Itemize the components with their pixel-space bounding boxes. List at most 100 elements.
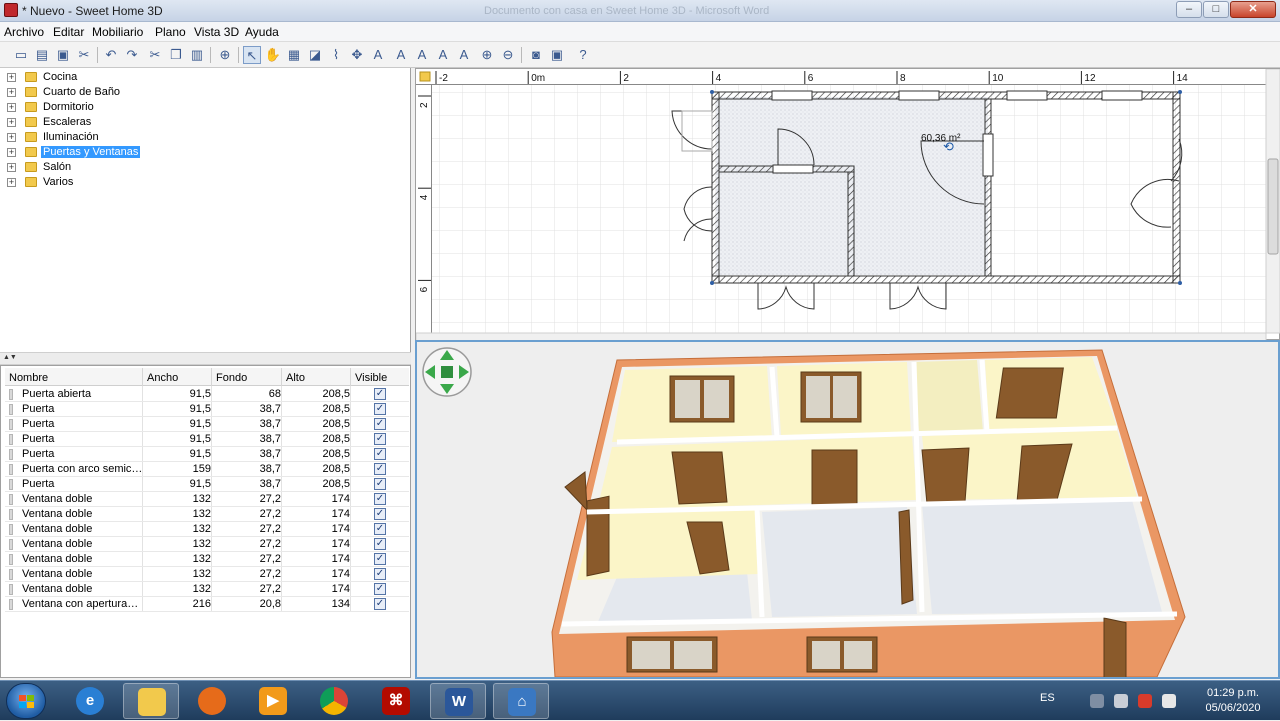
table-row[interactable]: Ventana doble 132 27,2 174 ✓ [5,522,409,537]
rotation-handle-icon[interactable]: ⟲ [943,139,954,154]
add-furniture-icon[interactable]: ⊕ [216,46,234,64]
expand-icon[interactable]: + [7,178,16,187]
splitter[interactable]: ▲▼ [0,352,411,365]
plan-view[interactable]: -2 0m 2 4 6 8 10 12 14 246 60,36 m² ⟲ [415,68,1280,341]
catalog-item-label[interactable]: Salón [41,161,73,173]
catalog-item[interactable]: + Salón [0,160,400,175]
menu-plano[interactable]: Plano [155,25,186,39]
house-3d-model[interactable] [551,349,1186,677]
visible-checkbox[interactable]: ✓ [374,463,386,475]
catalog-item[interactable]: + Puertas y Ventanas [0,145,400,160]
splitter-arrows-icon[interactable]: ▲▼ [3,354,17,361]
catalog-item[interactable]: + Iluminación [0,130,400,145]
visible-checkbox[interactable]: ✓ [374,418,386,430]
discord-icon[interactable] [1090,694,1104,708]
visible-checkbox[interactable]: ✓ [374,433,386,445]
catalog-item-label[interactable]: Escaleras [41,116,93,128]
3d-canvas[interactable] [417,342,1278,677]
column-divider[interactable] [350,368,351,386]
bold-text-icon[interactable]: A [455,46,473,64]
video-icon[interactable]: ▣ [548,46,566,64]
plan-canvas[interactable]: -2 0m 2 4 6 8 10 12 14 246 60,36 m² ⟲ [416,69,1280,341]
antivirus-icon[interactable] [1138,694,1152,708]
table-row[interactable]: Puerta abierta 91,5 68 208,5 ✓ [5,387,409,402]
clock[interactable]: 01:29 p.m. 05/06/2020 [1200,686,1266,716]
decrease-text-icon[interactable]: A [434,46,452,64]
visible-checkbox[interactable]: ✓ [374,568,386,580]
close-button[interactable]: ✕ [1230,1,1276,18]
wall-left[interactable] [711,91,720,284]
catalog-item-label[interactable]: Cuarto de Baño [41,86,122,98]
increase-text-icon[interactable]: A [413,46,431,64]
window[interactable] [771,90,813,101]
catalog-item-label[interactable]: Iluminación [41,131,101,143]
create-polylines-icon[interactable]: ⌇ [327,46,345,64]
visible-checkbox[interactable]: ✓ [374,583,386,595]
sweet-home-app-icon[interactable] [4,3,18,17]
expand-icon[interactable]: + [7,133,16,142]
cut-icon[interactable]: ✂ [75,46,93,64]
marker[interactable] [710,281,714,285]
select-arrow-icon[interactable]: ↖ [243,46,261,64]
catalog-item[interactable]: + Escaleras [0,115,400,130]
table-row[interactable]: Ventana doble 132 27,2 174 ✓ [5,507,409,522]
visible-checkbox[interactable]: ✓ [374,448,386,460]
expand-icon[interactable]: + [7,88,16,97]
internet-explorer-icon[interactable]: e [62,683,118,719]
media-player-icon[interactable]: ▶ [245,683,301,719]
catalog-item-label[interactable]: Puertas y Ventanas [41,146,141,158]
table-row[interactable]: Puerta 91,5 38,7 208,5 ✓ [5,432,409,447]
table-row[interactable]: Ventana doble 132 27,2 174 ✓ [5,567,409,582]
catalog-item[interactable]: + Dormitorio [0,100,400,115]
maximize-button[interactable]: □ [1203,1,1229,18]
visible-checkbox[interactable]: ✓ [374,523,386,535]
open-icon[interactable]: ▤ [33,46,51,64]
menu-mobiliario[interactable]: Mobiliario [92,25,143,39]
table-row[interactable]: Puerta 91,5 38,7 208,5 ✓ [5,402,409,417]
menu-archivo[interactable]: Archivo [4,25,44,39]
scrollbar-thumb[interactable] [1267,158,1279,255]
table-row[interactable]: Ventana doble 132 27,2 174 ✓ [5,492,409,507]
sweet-home-3d-icon[interactable]: ⌂ [493,683,549,719]
help-icon[interactable]: ? [574,46,592,64]
pan-hand-icon[interactable]: ✋ [264,46,282,64]
menu-editar[interactable]: Editar [53,25,84,39]
marker[interactable] [1178,281,1182,285]
expand-icon[interactable]: + [7,148,16,157]
save-icon[interactable]: ▣ [54,46,72,64]
visible-checkbox[interactable]: ✓ [374,508,386,520]
file-explorer-icon[interactable] [123,683,179,719]
catalog-item[interactable]: + Cocina [0,70,400,85]
door-frame[interactable] [772,164,814,174]
column-nombre[interactable]: Nombre [9,372,48,384]
visible-checkbox[interactable]: ✓ [374,493,386,505]
column-divider[interactable] [281,368,282,386]
column-alto[interactable]: Alto [286,372,305,384]
column-visible[interactable]: Visible [355,372,387,384]
marker[interactable] [1178,90,1182,94]
copy-icon[interactable]: ❐ [167,46,185,64]
wall-middle[interactable] [984,98,992,277]
column-fondo[interactable]: Fondo [216,372,247,384]
visible-checkbox[interactable]: ✓ [374,598,386,610]
menu-vista-3d[interactable]: Vista 3D [194,25,239,39]
create-walls-icon[interactable]: ▦ [285,46,303,64]
3d-view[interactable] [415,340,1280,679]
window[interactable] [898,90,940,101]
table-row[interactable]: Ventana con apertura… 216 20,8 134 ✓ [5,597,409,612]
visible-checkbox[interactable]: ✓ [374,478,386,490]
expand-icon[interactable]: + [7,163,16,172]
acrobat-icon[interactable]: ⌘ [368,683,424,719]
add-text-icon[interactable]: A [369,46,387,64]
wall-inner-vertical[interactable] [847,171,855,277]
volume-icon[interactable] [1162,694,1176,708]
table-row[interactable]: Puerta 91,5 38,7 208,5 ✓ [5,417,409,432]
navigation-arrows-icon[interactable] [422,347,472,397]
catalog-item-label[interactable]: Cocina [41,71,79,83]
chrome-icon[interactable] [306,683,362,719]
redo-icon[interactable]: ↷ [123,46,141,64]
zoom-out-icon[interactable]: ⊖ [499,46,517,64]
paste-icon[interactable]: ▥ [188,46,206,64]
window[interactable] [1006,90,1048,101]
table-row[interactable]: Puerta con arco semic… 159 38,7 208,5 ✓ [5,462,409,477]
